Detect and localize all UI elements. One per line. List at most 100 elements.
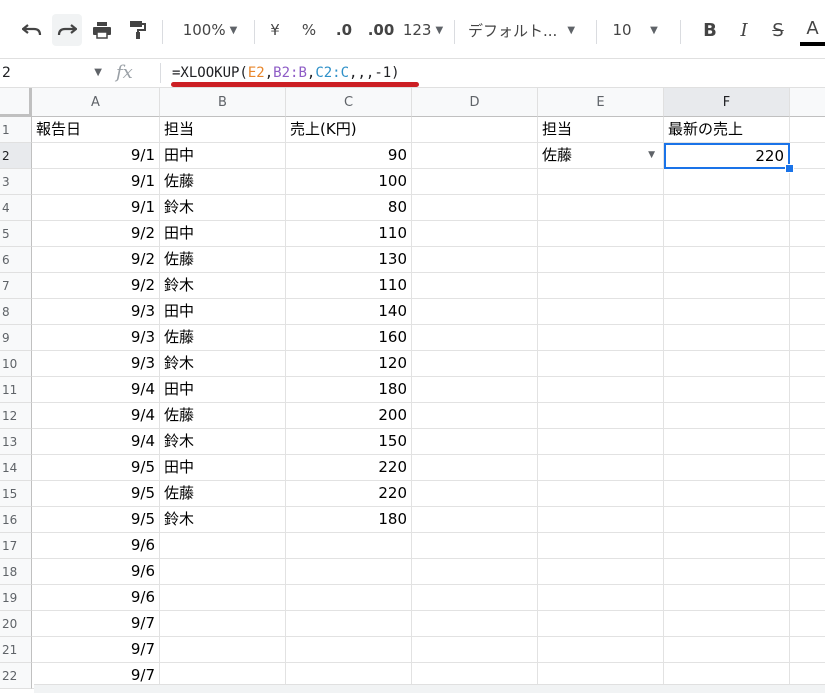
cell-c17[interactable] <box>286 533 412 559</box>
cell-f5[interactable] <box>664 221 790 247</box>
chevron-down-icon[interactable]: ▼ <box>646 14 662 46</box>
paint-format-icon[interactable] <box>124 14 152 46</box>
cell-a10[interactable]: 9/3 <box>32 351 160 377</box>
cell-d5[interactable] <box>412 221 538 247</box>
cell-d11[interactable] <box>412 377 538 403</box>
row-header[interactable]: 9 <box>0 325 32 351</box>
fill-handle[interactable] <box>785 164 794 173</box>
cell-d16[interactable] <box>412 507 538 533</box>
select-all-corner[interactable] <box>0 88 32 117</box>
cell-c8[interactable]: 140 <box>286 299 412 325</box>
row-header[interactable]: 16 <box>0 507 32 533</box>
cell-b9[interactable]: 佐藤 <box>160 325 286 351</box>
cell-c19[interactable] <box>286 585 412 611</box>
cell-b7[interactable]: 鈴木 <box>160 273 286 299</box>
bold-button[interactable]: B <box>698 14 722 46</box>
cell-g8[interactable] <box>790 299 825 325</box>
cell-e12[interactable] <box>538 403 664 429</box>
cell-g16[interactable] <box>790 507 825 533</box>
cell-a8[interactable]: 9/3 <box>32 299 160 325</box>
cell-d4[interactable] <box>412 195 538 221</box>
cell-e2[interactable]: 佐藤 ▼ <box>538 143 664 169</box>
cell-c18[interactable] <box>286 559 412 585</box>
cell-g17[interactable] <box>790 533 825 559</box>
cell-b1[interactable]: 担当 <box>160 117 286 143</box>
cell-f12[interactable] <box>664 403 790 429</box>
cell-d12[interactable] <box>412 403 538 429</box>
font-family-select[interactable]: デフォルト... ▼ <box>468 14 586 46</box>
row-header[interactable]: 20 <box>0 611 32 637</box>
cell-b14[interactable]: 田中 <box>160 455 286 481</box>
undo-icon[interactable] <box>18 14 46 46</box>
cell-b16[interactable]: 鈴木 <box>160 507 286 533</box>
cell-g3[interactable] <box>790 169 825 195</box>
cell-f6[interactable] <box>664 247 790 273</box>
cell-e1[interactable]: 担当 <box>538 117 664 143</box>
cell-b10[interactable]: 鈴木 <box>160 351 286 377</box>
row-header[interactable]: 2 <box>0 143 32 169</box>
cell-b20[interactable] <box>160 611 286 637</box>
column-header-e[interactable]: E <box>538 88 664 117</box>
cell-c3[interactable]: 100 <box>286 169 412 195</box>
cell-d8[interactable] <box>412 299 538 325</box>
row-header[interactable]: 10 <box>0 351 32 377</box>
cell-d7[interactable] <box>412 273 538 299</box>
cell-e5[interactable] <box>538 221 664 247</box>
cell-e20[interactable] <box>538 611 664 637</box>
cell-f8[interactable] <box>664 299 790 325</box>
cell-b4[interactable]: 鈴木 <box>160 195 286 221</box>
cell-a16[interactable]: 9/5 <box>32 507 160 533</box>
cell-d17[interactable] <box>412 533 538 559</box>
cell-a7[interactable]: 9/2 <box>32 273 160 299</box>
row-header[interactable]: 12 <box>0 403 32 429</box>
cell-c20[interactable] <box>286 611 412 637</box>
cell-c7[interactable]: 110 <box>286 273 412 299</box>
cell-f2[interactable]: 220 <box>664 143 790 169</box>
cell-e6[interactable] <box>538 247 664 273</box>
cell-b18[interactable] <box>160 559 286 585</box>
cell-f14[interactable] <box>664 455 790 481</box>
cell-b17[interactable] <box>160 533 286 559</box>
cell-f18[interactable] <box>664 559 790 585</box>
cell-a20[interactable]: 9/7 <box>32 611 160 637</box>
formula-input[interactable]: =XLOOKUP(E2,B2:B,C2:C,,,-1) <box>172 63 400 83</box>
cell-c2[interactable]: 90 <box>286 143 412 169</box>
cell-b12[interactable]: 佐藤 <box>160 403 286 429</box>
cell-c9[interactable]: 160 <box>286 325 412 351</box>
currency-button[interactable]: ¥ <box>264 14 286 46</box>
cell-e17[interactable] <box>538 533 664 559</box>
cell-e9[interactable] <box>538 325 664 351</box>
cell-b3[interactable]: 佐藤 <box>160 169 286 195</box>
row-header[interactable]: 11 <box>0 377 32 403</box>
cell-f17[interactable] <box>664 533 790 559</box>
cell-d15[interactable] <box>412 481 538 507</box>
cell-c1[interactable]: 売上(K円) <box>286 117 412 143</box>
row-header[interactable]: 15 <box>0 481 32 507</box>
cell-f1[interactable]: 最新の売上 <box>664 117 790 143</box>
row-header[interactable]: 8 <box>0 299 32 325</box>
row-header[interactable]: 18 <box>0 559 32 585</box>
cell-d3[interactable] <box>412 169 538 195</box>
decrease-decimal-button[interactable]: .0 <box>330 14 358 46</box>
cell-f3[interactable] <box>664 169 790 195</box>
row-header[interactable]: 22 <box>0 663 32 689</box>
row-header[interactable]: 14 <box>0 455 32 481</box>
cell-b21[interactable] <box>160 637 286 663</box>
cell-c16[interactable]: 180 <box>286 507 412 533</box>
cell-f9[interactable] <box>664 325 790 351</box>
cell-f4[interactable] <box>664 195 790 221</box>
increase-decimal-button[interactable]: .00 <box>366 14 396 46</box>
dropdown-arrow-icon[interactable]: ▼ <box>648 143 655 168</box>
name-box[interactable]: 2 ▼ <box>0 59 106 87</box>
cell-d13[interactable] <box>412 429 538 455</box>
cell-e21[interactable] <box>538 637 664 663</box>
row-header[interactable]: 6 <box>0 247 32 273</box>
cell-c15[interactable]: 220 <box>286 481 412 507</box>
cell-e15[interactable] <box>538 481 664 507</box>
row-header[interactable]: 3 <box>0 169 32 195</box>
print-icon[interactable] <box>88 14 116 46</box>
text-color-button[interactable]: A <box>800 14 825 46</box>
row-header[interactable]: 5 <box>0 221 32 247</box>
cell-f19[interactable] <box>664 585 790 611</box>
row-header[interactable]: 19 <box>0 585 32 611</box>
